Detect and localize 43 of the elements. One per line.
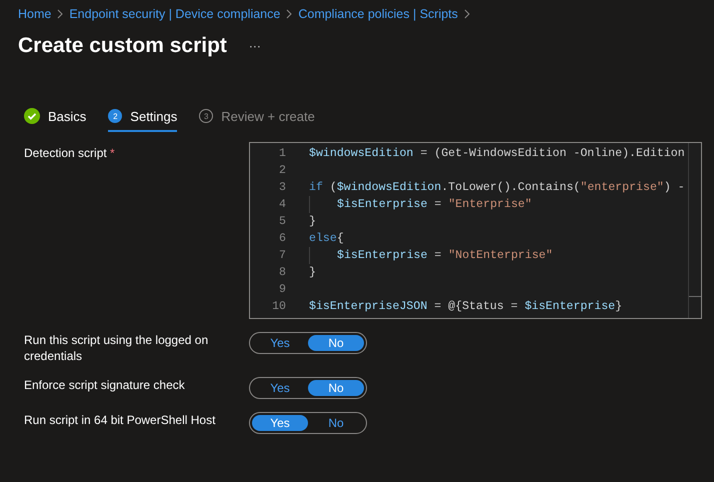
code-editor[interactable] [249,142,702,319]
code-line: } [309,215,316,228]
line-number: 8 [278,266,287,279]
code-line: $isEnterprise = "NotEnterprise" [337,249,553,262]
line-number: 7 [278,249,287,262]
line-number: 4 [278,198,287,211]
field-label: Detection script * [24,145,116,162]
code-line: else{ [309,232,344,245]
toggle-option[interactable]: No [308,335,364,351]
wizard-tab[interactable]: 2 Settings [108,104,178,132]
line-number: 5 [278,215,287,228]
setting-label: Enforce script signature check [24,377,186,393]
line-number: 2 [278,164,287,177]
step-number: 2 [108,109,122,123]
code-line: if ($windowsEdition.ToLower().Contains("enterprise") - [309,181,685,194]
page-title: Create custom script [18,34,227,58]
toggle-option[interactable]: No [308,415,364,431]
wizard-tab[interactable]: Basics [24,104,86,132]
breadcrumb-link[interactable]: Home [18,7,52,21]
code-line: } [309,266,316,279]
step-number: 3 [199,109,214,123]
setting-label: Run this script using the logged on credentials [24,332,210,364]
chevron-icon [286,9,292,19]
breadcrumb-link[interactable]: Endpoint security | Device compliance [69,7,280,21]
setting-label: Run script in 64 bit PowerShell Host [24,412,216,428]
line-number: 3 [278,181,287,194]
code-line: $windowsEdition = (Get-WindowsEdition -Online).Edition [309,147,685,160]
toggle-option[interactable]: Yes [252,335,308,351]
code-line: $isEnterprise = "Enterprise" [337,198,532,211]
more-button[interactable]: ··· [248,39,261,53]
toggle-option[interactable]: No [308,380,364,396]
line-number: 10 [271,300,287,313]
breadcrumb-link[interactable]: Compliance policies | Scripts [298,7,458,21]
check-circle-icon [24,108,40,124]
line-number: 1 [278,147,287,160]
chevron-icon [464,9,470,19]
chevron-icon [57,9,64,19]
toggle-option[interactable]: Yes [252,380,308,396]
toggle-option[interactable]: Yes [252,415,308,431]
wizard-tab[interactable]: 3 Review + create [199,104,315,132]
code-line: $isEnterpriseJSON = @{Status = $isEnterprise} [309,300,622,313]
line-number: 9 [278,283,287,296]
line-number: 6 [278,232,287,245]
